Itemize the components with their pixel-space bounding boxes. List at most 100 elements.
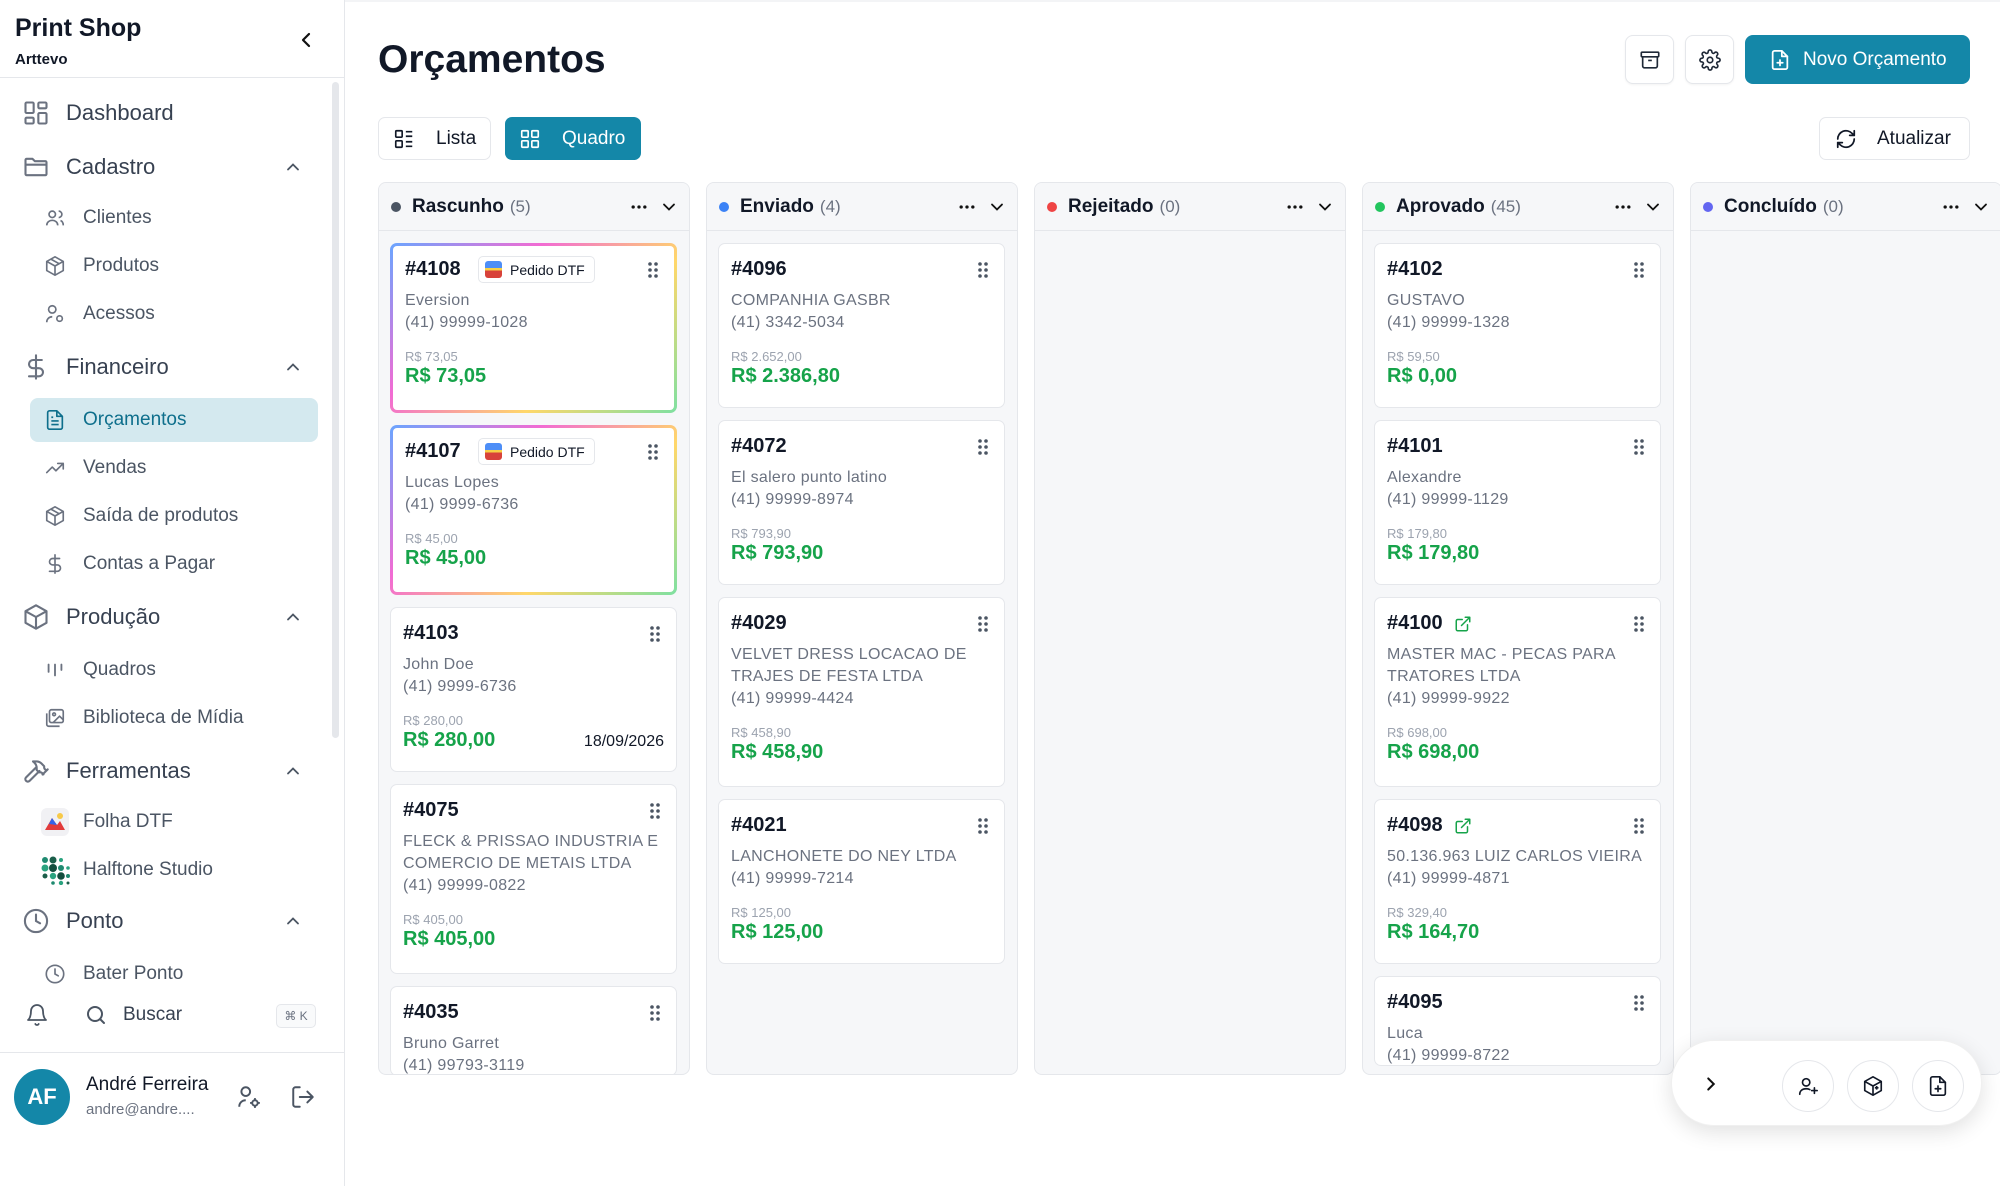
sidebar-item-label: Produtos [83,255,160,276]
refresh-button[interactable]: Atualizar [1819,117,1970,160]
sidebar-group-cadastro[interactable]: Cadastro [0,144,330,190]
drag-handle-icon[interactable] [1632,993,1646,1013]
sidebar-item-folha-dtf[interactable]: Folha DTF [30,800,318,844]
drag-handle-icon[interactable] [646,442,660,462]
settings-button[interactable] [1685,35,1734,84]
drag-handle-icon[interactable] [646,260,660,280]
quick-new-client-button[interactable] [1782,1060,1834,1112]
more-horizontal-icon[interactable] [957,197,977,217]
file-plus-icon [1771,49,1789,70]
total-value: R$ 0,00 [1387,365,1458,387]
avatar[interactable]: AF [14,1069,70,1125]
external-link-icon[interactable] [1454,817,1472,835]
package-icon [22,603,50,631]
drag-handle-icon[interactable] [648,801,662,821]
dollar-icon [44,553,66,575]
more-horizontal-icon[interactable] [1613,197,1633,217]
drag-handle-icon[interactable] [976,816,990,836]
quote-card[interactable]: #4075 FLECK & PRISSAO INDUSTRIA E COMERCI… [390,784,677,974]
search-button[interactable]: Buscar [123,1004,182,1026]
images-icon [44,707,66,729]
chevron-down-icon[interactable] [1315,197,1335,217]
sidebar-item-label: Folha DTF [83,811,173,832]
quote-card[interactable]: #4029 VELVET DRESS LOCACAO DE TRAJES DE F… [718,597,1005,787]
bell-icon[interactable] [25,1003,51,1029]
sidebar-item-acessos[interactable]: Acessos [30,292,318,336]
new-quote-button[interactable]: Novo Orçamento [1745,35,1970,84]
sidebar-group-ponto[interactable]: Ponto [0,898,330,944]
quick-new-product-button[interactable] [1847,1060,1899,1112]
new-quote-label: Novo Orçamento [1803,48,1947,70]
quick-new-quote-button[interactable] [1912,1060,1964,1112]
chevron-down-icon[interactable] [1971,197,1991,217]
quote-card[interactable]: #4098 50.136.963 LUIZ CARLOS VIEIRA (41) 9… [1374,799,1661,964]
sidebar-item-quadros[interactable]: Quadros [30,648,318,692]
sidebar-item-label: Halftone Studio [83,859,213,880]
sidebar-item-label: Contas a Pagar [83,553,216,574]
sidebar-item-bater-ponto[interactable]: Bater Ponto [30,952,318,996]
quote-card[interactable]: #4102 GUSTAVO (41) 99999-1328 R$ 59,50 R$ 0,… [1374,243,1661,408]
quote-card[interactable]: #4107 Pedido DTF Lucas Lopes (41) 9999-6736… [390,425,677,595]
drag-handle-icon[interactable] [976,260,990,280]
drag-handle-icon[interactable] [1632,816,1646,836]
sidebar-item-saida-produtos[interactable]: Saída de produtos [30,494,318,538]
external-link-icon[interactable] [1454,615,1472,633]
sidebar-scrollbar[interactable] [332,82,339,738]
quote-card[interactable]: #4103 John Doe (41) 9999-6736 R$ 280,00 R$ 2… [390,607,677,772]
sidebar-item-biblioteca[interactable]: Biblioteca de Mídia [30,696,318,740]
sidebar-group-ferramentas[interactable]: Ferramentas [0,748,330,794]
sidebar-group-label: Financeiro [66,354,169,379]
view-board-button[interactable]: Quadro [505,117,641,160]
collapse-sidebar-icon[interactable] [294,28,318,52]
sidebar-item-dashboard[interactable]: Dashboard [0,90,330,136]
more-horizontal-icon[interactable] [1285,197,1305,217]
status-dot [1703,202,1713,212]
archive-button[interactable] [1625,35,1674,84]
sidebar-group-label: Ponto [66,908,124,933]
clock-icon [22,907,50,935]
logout-icon[interactable] [290,1084,316,1110]
more-horizontal-icon[interactable] [629,197,649,217]
drag-handle-icon[interactable] [1632,260,1646,280]
drag-handle-icon[interactable] [1632,437,1646,457]
user-email: andre@andre.... [86,1101,195,1118]
drag-handle-icon[interactable] [648,624,662,644]
sidebar-item-clientes[interactable]: Clientes [30,196,318,240]
quote-card[interactable]: #4101 Alexandre (41) 99999-1129 R$ 179,80 R$… [1374,420,1661,585]
archive-icon [1639,49,1661,71]
sidebar-item-halftone[interactable]: Halftone Studio [30,848,318,892]
chevron-down-icon[interactable] [987,197,1007,217]
total-value: R$ 458,90 [731,741,824,763]
quote-card[interactable]: #4108 Pedido DTF Eversion (41) 99999-1028 R$… [390,243,677,413]
drag-handle-icon[interactable] [976,437,990,457]
kanban-column: Enviado (4) #4096 COMPANHIA GASBR (41) 3342-… [706,182,1018,1075]
quote-card[interactable]: #4035 Bruno Garret (41) 99793-3119 [390,986,677,1074]
chevron-down-icon[interactable] [1643,197,1663,217]
chevron-right-icon[interactable] [1700,1073,1722,1095]
column-count: (0) [1822,197,1844,216]
more-horizontal-icon[interactable] [1941,197,1961,217]
drag-handle-icon[interactable] [648,1003,662,1023]
sidebar-item-orcamentos[interactable]: Orçamentos [30,398,318,442]
kanban-column: Rejeitado (0) [1034,182,1346,1075]
chevron-down-icon[interactable] [659,197,679,217]
sidebar-group-producao[interactable]: Produção [0,594,330,640]
search-icon[interactable] [84,1003,110,1029]
quote-card[interactable]: #4021 LANCHONETE DO NEY LTDA (41) 99999-72… [718,799,1005,964]
sidebar-item-vendas[interactable]: Vendas [30,446,318,490]
column-count: (45) [1490,197,1521,216]
drag-handle-icon[interactable] [976,614,990,634]
quote-card[interactable]: #4100 MASTER MAC - PECAS PARA TRATORES LT… [1374,597,1661,787]
status-dot [1375,202,1385,212]
quote-card[interactable]: #4095 Luca (41) 99999-8722 [1374,976,1661,1066]
quote-card[interactable]: #4096 COMPANHIA GASBR (41) 3342-5034 R$ 2.6… [718,243,1005,408]
sidebar-group-financeiro[interactable]: Financeiro [0,344,330,390]
original-value: R$ 125,00 [731,905,791,920]
view-list-button[interactable]: Lista [378,117,491,160]
sidebar-item-contas-pagar[interactable]: Contas a Pagar [30,542,318,586]
sidebar-item-produtos[interactable]: Produtos [30,244,318,288]
status-dot [391,202,401,212]
user-settings-icon[interactable] [236,1084,262,1110]
quote-card[interactable]: #4072 El salero punto latino (41) 99999-89… [718,420,1005,585]
drag-handle-icon[interactable] [1632,614,1646,634]
